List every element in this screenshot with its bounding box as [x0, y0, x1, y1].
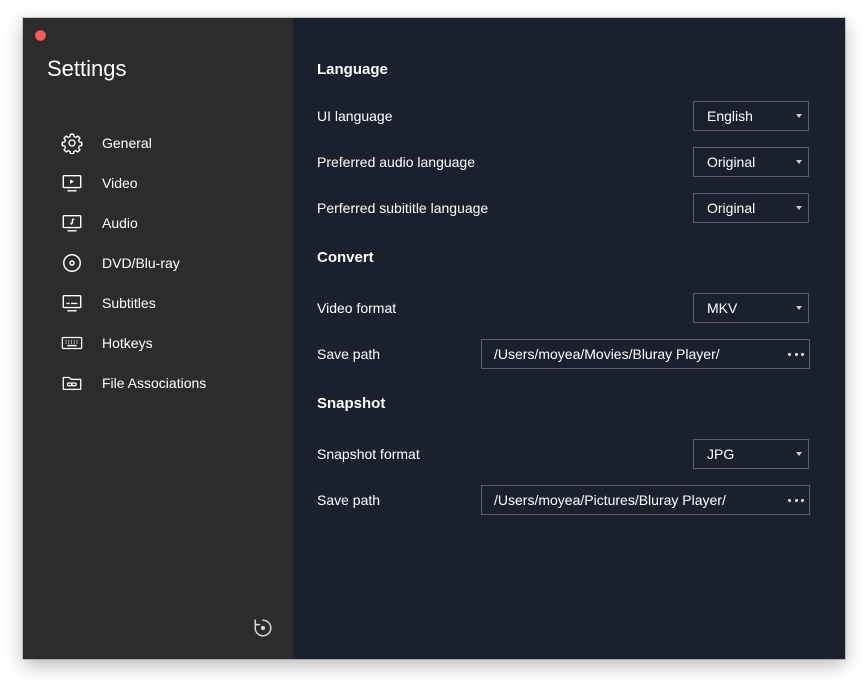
select-value: MKV [707, 300, 738, 316]
audio-icon [61, 212, 83, 234]
sidebar-item-dvd-bluray[interactable]: DVD/Blu-ray [23, 243, 293, 283]
caret-down-icon [796, 306, 802, 310]
browse-button[interactable] [788, 493, 804, 507]
sidebar-item-audio[interactable]: Audio [23, 203, 293, 243]
sidebar-item-label: File Associations [102, 375, 207, 391]
video-format-select[interactable]: MKV [693, 293, 809, 323]
sidebar-item-label: DVD/Blu-ray [102, 255, 180, 271]
convert-save-path-field[interactable]: /Users/moyea/Movies/Bluray Player/ [481, 339, 810, 369]
disc-icon [61, 252, 83, 274]
sidebar-item-general[interactable]: General [23, 123, 293, 163]
sidebar-item-label: Hotkeys [102, 335, 153, 351]
more-dots-icon [788, 498, 791, 502]
sidebar-item-video[interactable]: Video [23, 163, 293, 203]
caret-down-icon [796, 160, 802, 164]
browse-button[interactable] [788, 347, 804, 361]
reset-defaults-button[interactable] [252, 617, 274, 639]
sidebar-item-hotkeys[interactable]: Hotkeys [23, 323, 293, 363]
sidebar-item-label: Audio [102, 215, 138, 231]
reset-icon [254, 619, 272, 637]
close-window-button[interactable] [35, 30, 46, 41]
select-value: Original [707, 200, 756, 216]
settings-content: Language UI language English Preferred a… [293, 18, 845, 659]
caret-down-icon [796, 452, 802, 456]
gear-icon [61, 132, 83, 154]
sidebar-item-label: General [102, 135, 152, 151]
sidebar-item-label: Subtitles [102, 295, 156, 311]
snapshot-save-path-label: Save path [317, 492, 381, 508]
ui-language-select[interactable]: English [693, 101, 809, 131]
select-value: JPG [707, 446, 735, 462]
sidebar-title: Settings [47, 56, 127, 81]
sidebar-item-file-associations[interactable]: File Associations [23, 363, 293, 403]
sidebar-nav: General Video Audio DVD/Blu-ray Subtitle… [23, 123, 293, 403]
video-icon [61, 172, 83, 194]
video-format-label: Video format [317, 300, 397, 316]
keyboard-icon [61, 332, 83, 354]
audio-language-label: Preferred audio language [317, 154, 476, 170]
snapshot-save-path-field[interactable]: /Users/moyea/Pictures/Bluray Player/ [481, 485, 810, 515]
subtitles-icon [61, 292, 83, 314]
sidebar-item-subtitles[interactable]: Subtitles [23, 283, 293, 323]
settings-window: Settings General Video Audio DVD/Blu-ray… [23, 18, 845, 659]
sidebar-item-label: Video [102, 175, 138, 191]
path-value: /Users/moyea/Pictures/Bluray Player/ [494, 492, 726, 508]
section-title-language: Language [317, 61, 388, 78]
path-value: /Users/moyea/Movies/Bluray Player/ [494, 346, 720, 362]
sidebar: Settings General Video Audio DVD/Blu-ray… [23, 18, 293, 659]
snapshot-format-select[interactable]: JPG [693, 439, 809, 469]
more-dots-icon [788, 352, 791, 356]
caret-down-icon [796, 206, 802, 210]
snapshot-format-label: Snapshot format [317, 446, 420, 462]
caret-down-icon [796, 114, 802, 118]
folder-link-icon [61, 372, 83, 394]
select-value: English [707, 108, 753, 124]
ui-language-label: UI language [317, 108, 393, 124]
audio-language-select[interactable]: Original [693, 147, 809, 177]
subtitle-language-label: Perferred subititle language [317, 200, 489, 216]
select-value: Original [707, 154, 756, 170]
convert-save-path-label: Save path [317, 346, 381, 362]
section-title-snapshot: Snapshot [317, 395, 386, 412]
subtitle-language-select[interactable]: Original [693, 193, 809, 223]
section-title-convert: Convert [317, 249, 374, 266]
